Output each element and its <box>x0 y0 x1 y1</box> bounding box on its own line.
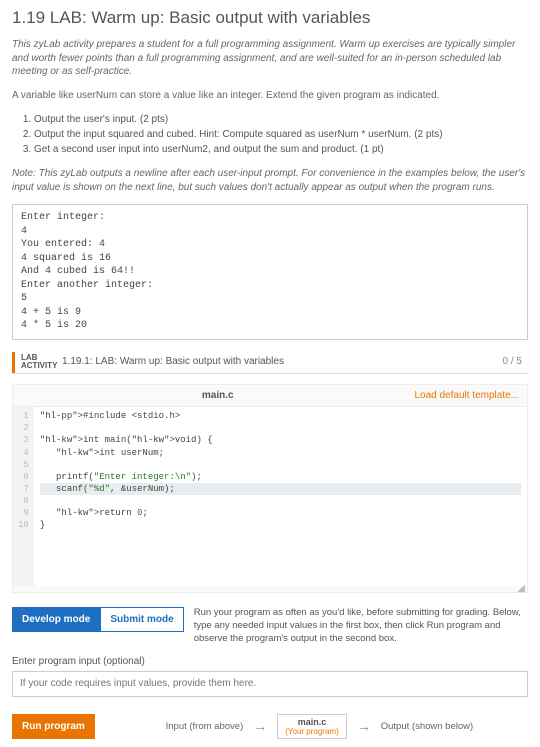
steps-list: Output the user's input. (2 pts) Output … <box>34 112 528 157</box>
develop-mode-button[interactable]: Develop mode <box>12 607 100 632</box>
step-item: Get a second user input into userNum2, a… <box>34 142 528 157</box>
resize-handle-icon[interactable]: ◢ <box>13 586 527 592</box>
program-input-field[interactable] <box>12 671 528 697</box>
note-text: Note: This zyLab outputs a newline after… <box>12 167 528 194</box>
step-item: Output the input squared and cubed. Hint… <box>34 127 528 142</box>
lab-activity-tag: LAB ACTIVITY <box>12 352 56 374</box>
code-editor: main.c Load default template... 1 2 3 4 … <box>12 384 528 593</box>
activity-title: 1.19.1: LAB: Warm up: Basic output with … <box>56 352 497 374</box>
mode-help-text: Run your program as often as you'd like,… <box>194 607 528 645</box>
arrow-icon: → <box>253 718 267 734</box>
step-item: Output the user's input. (2 pts) <box>34 112 528 127</box>
intro-text: This zyLab activity prepares a student f… <box>12 38 528 79</box>
line-gutter: 1 2 3 4 5 6 7 8 9 10 <box>13 407 34 586</box>
code-area[interactable]: 1 2 3 4 5 6 7 8 9 10 "hl-pp">#include <s… <box>13 406 527 586</box>
flow-program-box: main.c (Your program) <box>277 714 347 740</box>
mode-toggle: Develop mode Submit mode <box>12 607 184 632</box>
page-title: 1.19 LAB: Warm up: Basic output with var… <box>12 8 528 28</box>
code-body[interactable]: "hl-pp">#include <stdio.h> "hl-kw">int m… <box>34 407 527 586</box>
activity-bar: LAB ACTIVITY 1.19.1: LAB: Warm up: Basic… <box>12 352 528 375</box>
score-display: 0 / 5 <box>497 352 528 374</box>
flow-input-label: Input (from above) <box>166 721 244 732</box>
load-default-link[interactable]: Load default template... <box>414 390 519 401</box>
run-flow-diagram: Input (from above) → main.c (Your progra… <box>111 714 528 740</box>
arrow-icon: → <box>357 718 371 734</box>
run-program-button[interactable]: Run program <box>12 714 95 739</box>
flow-output-label: Output (shown below) <box>381 721 473 732</box>
file-tab[interactable]: main.c <box>21 390 414 401</box>
description-text: A variable like userNum can store a valu… <box>12 89 528 103</box>
submit-mode-button[interactable]: Submit mode <box>100 607 183 632</box>
program-input-label: Enter program input (optional) <box>12 656 528 667</box>
sample-output: Enter integer: 4 You entered: 4 4 square… <box>12 204 528 340</box>
